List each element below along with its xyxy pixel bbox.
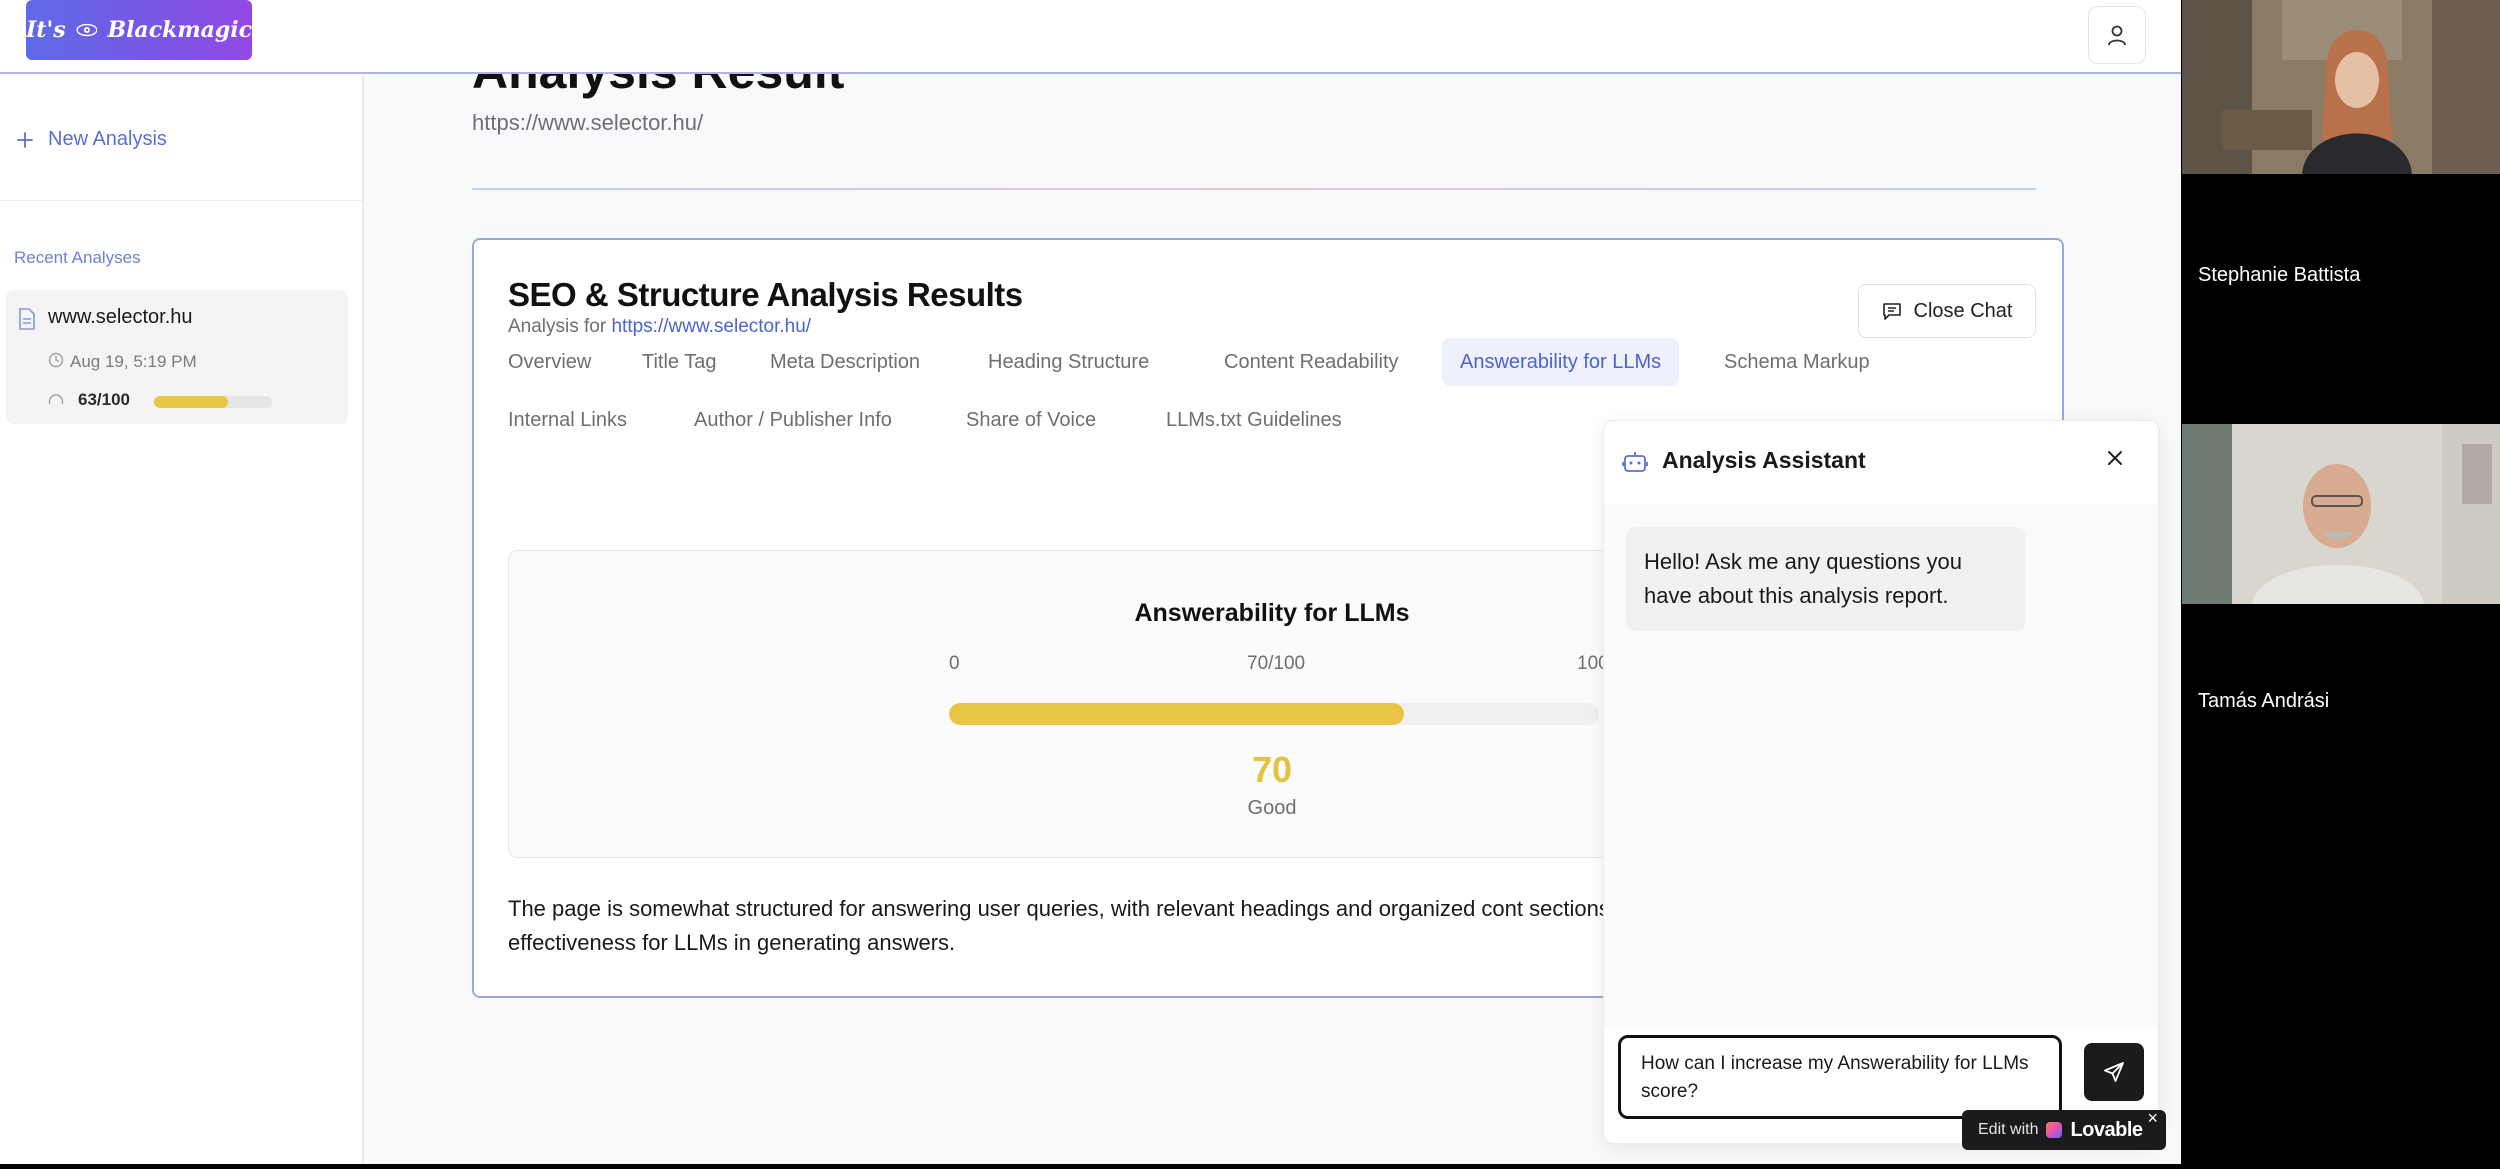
results-heading: SEO & Structure Analysis Results [508,276,1023,313]
lovable-logo-icon [2046,1122,2063,1138]
document-icon [19,308,35,330]
analyzed-url-link[interactable]: https://www.selector.hu/ [611,316,811,337]
video-frame-1 [2182,0,2500,174]
brand-logo[interactable]: It's Blackmagic [26,0,252,60]
logo-text-right: Blackmagic [107,17,252,43]
close-badge-icon[interactable]: × [2147,1108,2158,1129]
edit-with-lovable-badge[interactable]: Edit with Lovable × [1962,1108,2166,1150]
score-min-label: 0 [949,653,960,674]
tab-title-tag[interactable]: Title Tag [624,338,734,386]
score-panel: Answerability for LLMs 0 70/100 100 70 G… [508,550,1660,858]
new-analysis-label: New Analysis [48,128,167,150]
eye-logo-icon [75,23,98,37]
app-window: It's Blackmagic New Analysis Recent Anal… [0,0,2181,1164]
lovable-edit-label: Edit with [1978,1121,2039,1138]
chat-title: Analysis Assistant [1662,447,1866,473]
bot-icon [1622,452,1648,472]
participant-video-stephanie [2182,0,2500,174]
page-title: Analysis Result [472,74,844,100]
tab-schema-markup[interactable]: Schema Markup [1706,338,1888,386]
close-icon[interactable] [2104,447,2126,469]
score-current-label: 70/100 [1247,653,1306,674]
participant-name-2: Tamás Andrási [2198,690,2330,712]
recent-analysis-item[interactable]: www.selector.hu Aug 19, 5:19 PM 63/100 [6,290,348,424]
recent-score-bar-fill [154,396,229,408]
tab-meta-description[interactable]: Meta Description [752,338,938,386]
page-url: https://www.selector.hu/ [472,110,704,135]
recent-analysis-date: Aug 19, 5:19 PM [70,352,197,371]
main-divider [472,188,2036,190]
close-chat-button[interactable]: Close Chat [1858,284,2036,338]
chat-header: Analysis Assistant [1604,421,2158,504]
recent-score-bar [154,396,272,408]
new-analysis-button[interactable]: New Analysis [16,128,167,151]
tab-author-publisher-info[interactable]: Author / Publisher Info [676,396,910,444]
send-icon [2104,1062,2124,1082]
send-button[interactable] [2084,1043,2144,1101]
sidebar-divider [0,200,362,201]
tab-overview[interactable]: Overview [490,338,609,386]
tab-share-of-voice[interactable]: Share of Voice [948,396,1114,444]
sidebar: New Analysis Recent Analyses www.selecto… [0,74,364,1164]
clock-icon [48,352,64,368]
recent-analysis-title: www.selector.hu [48,306,193,328]
results-subtitle-prefix: Analysis for [508,316,612,337]
chat-messages: Hello! Ask me any questions you have abo… [1604,503,2158,1027]
video-frame-2 [2182,424,2500,604]
results-subtitle: Analysis for https://www.selector.hu/ [508,316,811,338]
close-chat-label: Close Chat [1913,299,2013,322]
tab-heading-structure[interactable]: Heading Structure [970,338,1167,386]
gauge-icon [48,394,64,405]
tab-answerability-for-llms[interactable]: Answerability for LLMs [1442,338,1680,386]
top-header: It's Blackmagic [0,0,2181,74]
participant-video-tamas [2182,424,2500,604]
assistant-message: Hello! Ask me any questions you have abo… [1626,527,2026,631]
lovable-brand: Lovable [2070,1118,2143,1141]
participant-name-1: Stephanie Battista [2198,264,2361,286]
user-icon [2108,25,2126,46]
chat-bubble-icon [1882,303,1901,320]
score-progress-fill [949,703,1404,725]
logo-text-left: It's [26,17,66,43]
chat-input[interactable]: How can I increase my Answerability for … [1618,1035,2062,1119]
tab-content-readability[interactable]: Content Readability [1206,338,1417,386]
user-menu-button[interactable] [2088,6,2146,64]
tab-llms-txt-guidelines[interactable]: LLMs.txt Guidelines [1148,396,1360,444]
recent-analyses-label: Recent Analyses [14,248,141,267]
plus-icon [17,131,33,148]
recent-analysis-score: 63/100 [78,390,130,409]
tab-internal-links[interactable]: Internal Links [490,396,645,444]
video-call-panel: Stephanie Battista Tamás Andrási [2182,0,2500,1169]
score-progress-bar [949,703,1599,725]
analysis-assistant-panel: Analysis Assistant Hello! Ask me any que… [1603,420,2159,1144]
